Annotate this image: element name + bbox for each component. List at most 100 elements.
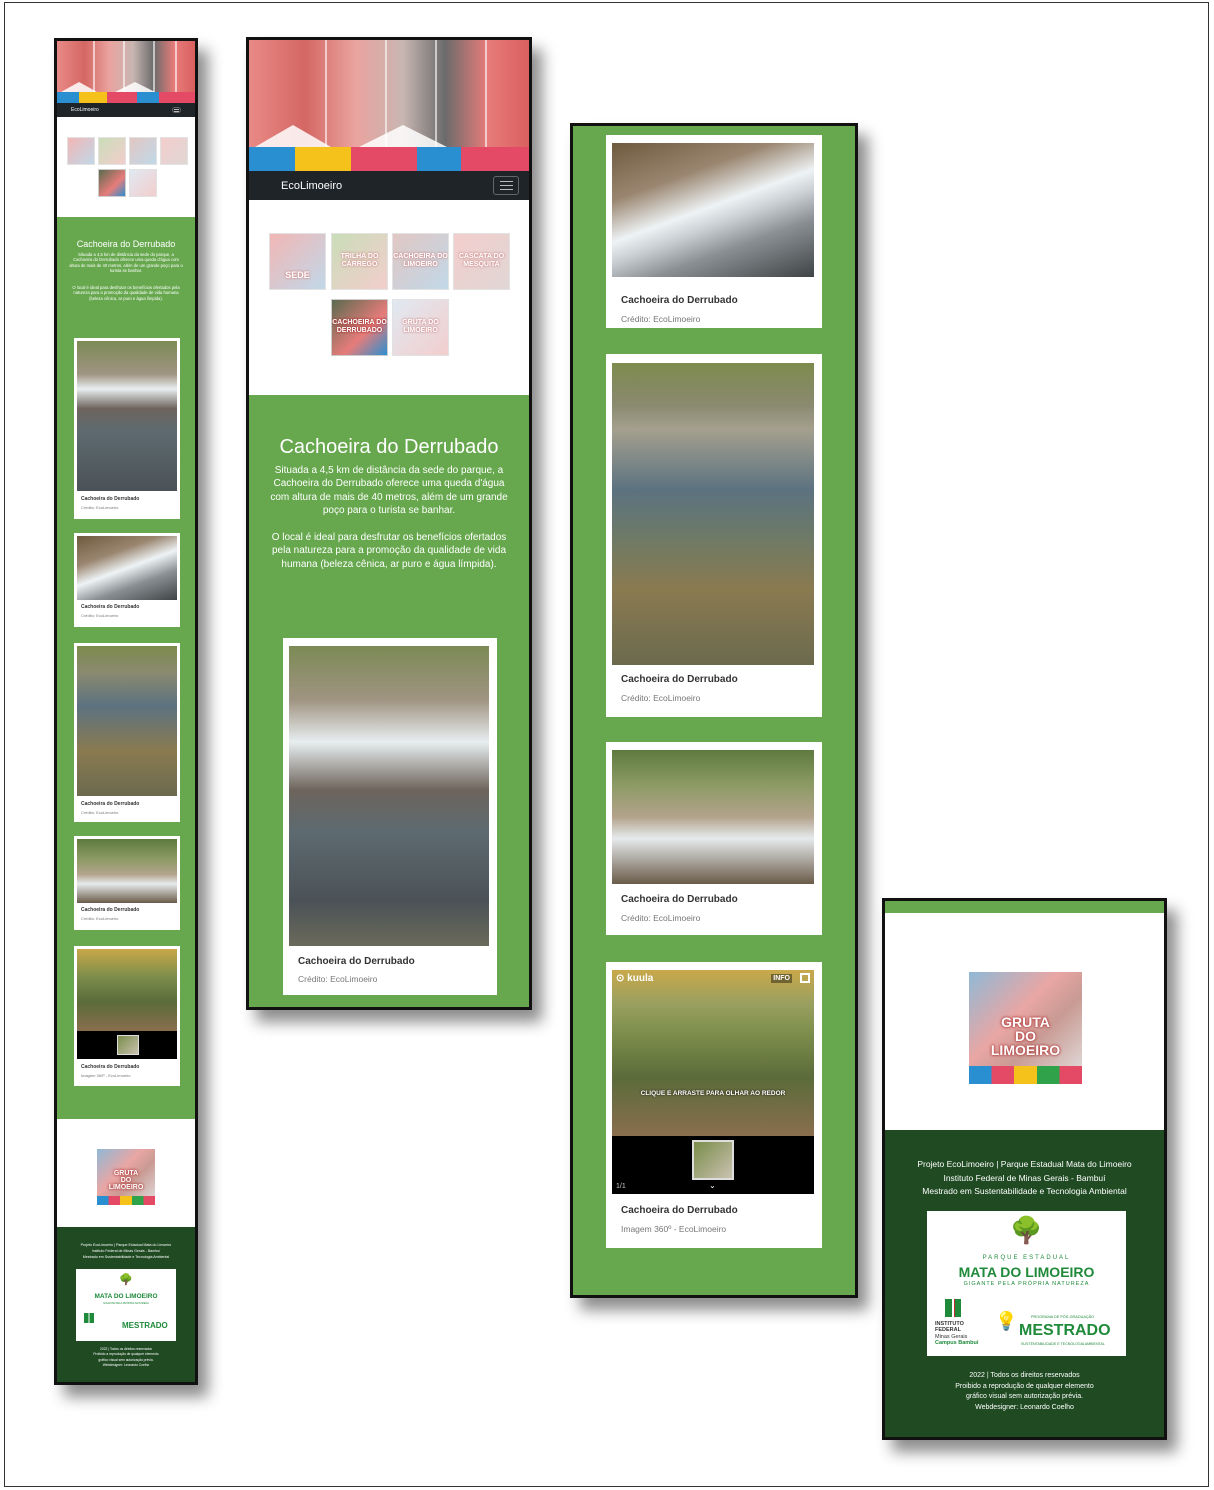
thumb-gruta[interactable] [129,169,157,197]
gruta-logo[interactable]: GRUTA DO LIMOEIRO [969,972,1082,1084]
card-credit: Crédito: EcoLimoeiro [621,314,701,324]
gruta-section: GRUTA DO LIMOEIRO [57,1119,195,1227]
card-credit: Crédito: EcoLimoeiro [81,613,119,618]
panel-gallery-zoom: Cachoeira do Derrubado Crédito: EcoLimoe… [570,123,858,1298]
card-photo-2[interactable]: Cachoeira do Derrubado Crédito: EcoLimoe… [606,135,822,328]
navbar: EcoLimoeiro [249,171,529,200]
section-paragraph-1: Situada a 4,5 km de distância da sede do… [270,465,508,517]
card-photo-4[interactable]: Cachoeira do Derrubado Crédito: EcoLimoe… [74,836,180,930]
thumb-derrubado-active[interactable] [98,169,126,197]
footer: Projeto EcoLimoeiro | Parque Estadual Ma… [57,1227,195,1382]
thumb-sede[interactable] [67,137,95,165]
footer-line-3: Mestrado em Sustentabilidade e Tecnologi… [82,1254,170,1259]
card-title: Cachoeira do Derrubado [621,1205,738,1216]
drag-instruction: CLIQUE E ARRASTE PARA OLHAR AO REDOR [640,1090,786,1097]
card-credit: Crédito: EcoLimoeiro [81,810,119,815]
thumb-cachoeira-limoeiro[interactable] [129,137,157,165]
card-photo-3[interactable]: Cachoeira do Derrubado Crédito: EcoLimoe… [74,643,180,822]
viewer-thumbstrip[interactable] [77,1031,177,1059]
card-title: Cachoeira do Derrubado [81,604,140,610]
thumb-cachoeira-limoeiro[interactable]: CACHOEIRA DO LIMOEIRO [392,233,449,290]
card-title: Cachoeira do Derrubado [298,956,415,967]
card-credit: Crédito: EcoLimoeiro [81,505,119,510]
kuula-brand[interactable]: ⊙ kuula [616,973,653,984]
card-title: Cachoeira do Derrubado [621,894,738,905]
gruta-logo[interactable]: GRUTA DO LIMOEIRO [97,1149,155,1205]
river-photo [612,363,814,665]
park-logo-icon: 🌳 [1010,1215,1043,1245]
thumb-trilha[interactable]: TRILHA DO CÁRREGO [331,233,388,290]
card-photo-1[interactable]: Cachoeira do Derrubado Crédito: EcoLimoe… [283,638,497,995]
info-button[interactable]: INFO [771,974,792,983]
card-photo-4[interactable]: Cachoeira do Derrubado Crédito: EcoLimoe… [606,742,822,935]
hero-banner [249,40,529,171]
card-360-viewer[interactable]: Cachoeira do Derrubado Imagem 360º - Eco… [74,946,180,1086]
thumb-derrubado-active[interactable]: CACHOEIRA DO DERRUBADO [331,299,388,356]
card-title: Cachoeira do Derrubado [81,907,140,913]
gruta-section: GRUTA DO LIMOEIRO [885,913,1164,1130]
thumbnail-gallery: SEDE TRILHA DO CÁRREGO CACHOEIRA DO LIMO… [249,200,529,395]
section-title: Cachoeira do Derrubado [76,239,176,249]
hamburger-icon[interactable] [172,107,181,113]
mestrado-subtitle: SUSTENTABILIDADE E TECNOLOGIA AMBIENTAL [1021,1342,1105,1346]
card-photo-1[interactable]: Cachoeira do Derrubado Crédito: EcoLimoe… [74,338,180,519]
mestrado-logo: MESTRADO [1019,1322,1111,1339]
waterfall-photo [289,646,489,946]
panel-footer-zoom: GRUTA DO LIMOEIRO Projeto EcoLimoeiro | Pa… [882,898,1167,1440]
partners-logos: 🌳 PARQUE ESTADUAL MATA DO LIMOEIRO GIGAN… [927,1211,1126,1356]
card-credit: Imagem 360º - EcoLimoeiro [81,1073,131,1078]
park-tagline: GIGANTE PELA PRÓPRIA NATUREZA [963,1281,1090,1287]
river-photo [77,646,177,796]
thumb-cascata[interactable] [160,137,188,165]
footer-notice-1: Proibido a reprodução de qualquer elemen… [955,1382,1094,1390]
footer-copyright: 2022 | Todos os direitos reservados [969,1372,1080,1379]
hero-banner [57,41,195,103]
card-credit: Crédito: EcoLimoeiro [621,693,701,703]
card-360-viewer[interactable]: ⊙ kuula INFO CLIQUE E ARRASTE PARA OLHAR… [606,962,822,1248]
card-title: Cachoeira do Derrubado [81,801,140,807]
waterfall-photo [612,143,814,277]
brand-link[interactable]: EcoLimoeiro [71,107,99,113]
park-top-label: PARQUE ESTADUAL [982,1255,1071,1261]
card-photo-2[interactable]: Cachoeira do Derrubado Crédito: EcoLimoe… [74,533,180,627]
footer-webdesigner: Webdesigner: Leonardo Coelho [975,1403,1074,1411]
brand-link[interactable]: EcoLimoeiro [281,180,342,192]
waterfall-photo [77,341,177,491]
footer-line-1: Projeto EcoLimoeiro | Parque Estadual Ma… [917,1159,1132,1169]
park-name: MATA DO LIMOEIRO [94,1293,158,1300]
if-logo-text: INSTITUTO FEDERAL Minas Gerais Campus Bambu… [935,1321,979,1346]
mestrado-program-label: PROGRAMA DE PÓS-GRADUAÇÃO [1031,1315,1095,1319]
card-credit: Imagem 360º - EcoLimoeiro [621,1224,727,1234]
viewer-thumb[interactable] [692,1140,734,1180]
park-logo-icon: 🌳 [119,1274,133,1286]
section-paragraph-2: O local é ideal para desfrutar os benefí… [271,532,507,570]
chevron-down-icon[interactable]: ⌄ [709,1181,716,1190]
card-title: Cachoeira do Derrubado [81,1064,140,1070]
card-credit: Crédito: EcoLimoeiro [81,916,119,921]
thumb-gruta[interactable]: GRUTA DO LIMOEIRO [392,299,449,356]
card-title: Cachoeira do Derrubado [621,295,738,306]
viewer-thumbstrip[interactable]: 1/1 ⌄ [612,1136,814,1194]
hamburger-icon[interactable] [493,176,519,195]
viewer-thumb[interactable] [117,1035,139,1055]
card-photo-3[interactable]: Cachoeira do Derrubado Crédito: EcoLimoe… [606,354,822,717]
waterfall-photo [77,839,177,903]
viewer-counter: 1/1 [616,1183,626,1190]
panorama-photo[interactable] [77,949,177,1031]
section-paragraph-2: O local é ideal para desfrutar os benefí… [72,285,180,301]
thumbnail-gallery [57,117,195,217]
card-credit: Crédito: EcoLimoeiro [298,974,378,984]
thumb-sede[interactable]: SEDE [269,233,326,290]
panorama-photo[interactable]: ⊙ kuula INFO CLIQUE E ARRASTE PARA OLHAR… [612,970,814,1136]
footer-notice-2: gráfico visual sem autorização prévia. [965,1393,1084,1400]
thumb-cascata[interactable]: CASCATA DO MESQUITA [453,233,510,290]
lightbulb-icon: 💡 [995,1311,1018,1331]
footer-webdesigner: Webdesigner: Leonardo Coelho [102,1362,150,1367]
if-logo-icon [84,1313,94,1323]
thumb-trilha[interactable] [98,137,126,165]
fullscreen-icon[interactable] [800,973,810,983]
park-name: MATA DO LIMOEIRO [958,1264,1095,1280]
mestrado-logo: MESTRADO [122,1321,168,1330]
footer-line-2: Instituto Federal de Minas Gerais - Bamb… [943,1172,1106,1183]
partners-logos: 🌳 MATA DO LIMOEIRO GIGANTE PELA PRÓPRIA … [76,1269,176,1341]
